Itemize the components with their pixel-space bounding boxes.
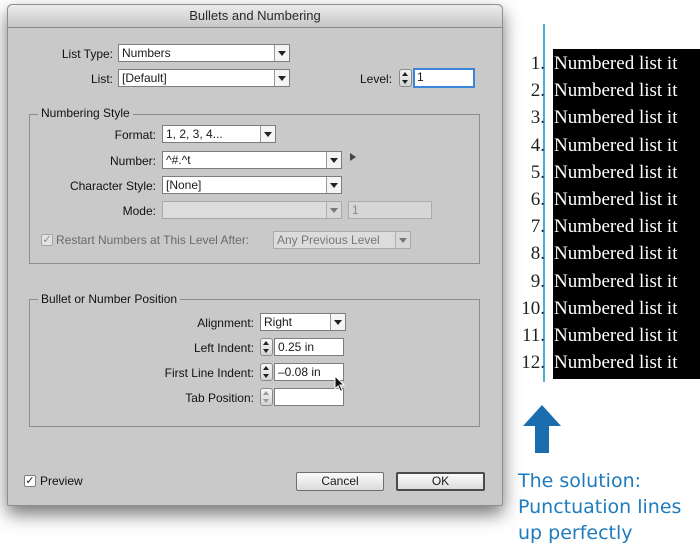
number-label: Number:	[109, 154, 156, 168]
list-item-text: Numbered list it	[554, 216, 678, 238]
list-item-text: Numbered list it	[554, 161, 678, 183]
list-item-text: Numbered list it	[554, 107, 678, 129]
list-item-text: Numbered list it	[554, 352, 678, 374]
tab-position-stepper[interactable]	[260, 388, 273, 406]
chevron-down-icon	[330, 314, 345, 330]
list-type-label: List Type:	[61, 47, 113, 61]
list-number: 4.	[530, 134, 545, 156]
chevron-down-icon	[326, 202, 341, 218]
chevron-down-icon	[395, 232, 410, 248]
character-style-label: Character Style:	[69, 179, 156, 193]
list-number: 3.	[530, 107, 545, 129]
restart-level-value: Any Previous Level	[277, 233, 380, 247]
numbering-style-legend: Numbering Style	[38, 106, 133, 120]
restart-numbers-label: Restart Numbers at This Level After:	[56, 233, 250, 247]
alignment-value: Right	[264, 315, 293, 329]
list-number: 11.	[521, 325, 545, 346]
character-style-select[interactable]: [None]	[162, 176, 342, 194]
annotation-line-1: The solution:	[518, 470, 642, 492]
list-number: 7.	[530, 216, 545, 238]
list-item-text: Numbered list it	[554, 270, 678, 292]
left-indent-label: Left Indent:	[193, 341, 254, 355]
list-number: 1.	[530, 53, 545, 74]
tab-position-label: Tab Position:	[185, 391, 254, 405]
mode-select[interactable]	[162, 201, 342, 219]
alignment-label: Alignment:	[197, 316, 254, 330]
left-indent-stepper[interactable]	[260, 338, 273, 356]
restart-level-select[interactable]: Any Previous Level	[273, 231, 411, 249]
list-item-text: Numbered list it	[554, 134, 678, 156]
chevron-down-icon	[274, 45, 289, 61]
list-item-text: Numbered list it	[554, 325, 678, 346]
chevron-down-icon	[274, 70, 289, 86]
first-line-indent-stepper[interactable]	[260, 363, 273, 381]
alignment-select[interactable]: Right	[260, 313, 346, 331]
list-item-text: Numbered list it	[554, 80, 678, 102]
restart-numbers-checkbox[interactable]: ✓	[41, 234, 53, 246]
up-arrow-icon	[523, 405, 561, 453]
chevron-down-icon	[326, 177, 341, 193]
list-type-select[interactable]: Numbers	[118, 44, 290, 62]
cancel-button[interactable]: Cancel	[296, 472, 384, 491]
annotation-line-2: Punctuation lines	[518, 496, 682, 518]
format-label: Format:	[114, 128, 156, 142]
list-item-text: Numbered list it	[554, 189, 678, 210]
list-number: 5.	[530, 161, 545, 183]
mode-label: Mode:	[122, 204, 156, 218]
character-style-value: [None]	[166, 178, 202, 192]
list-select[interactable]: [Default]	[118, 69, 290, 87]
list-item-text: Numbered list it	[554, 53, 678, 74]
dialog-title: Bullets and Numbering	[8, 5, 502, 28]
list-number: 2.	[530, 80, 545, 102]
first-line-indent-label: First Line Indent:	[164, 366, 254, 380]
solution-annotation: The solution: Punctuation lines up perfe…	[518, 468, 700, 546]
chevron-down-icon	[260, 126, 275, 142]
list-number: 6.	[530, 189, 545, 210]
mouse-pointer-icon	[334, 375, 346, 393]
mode-start-field[interactable]: 1	[348, 201, 432, 219]
list-number: 12.	[521, 352, 545, 374]
chevron-down-icon	[326, 152, 341, 168]
annotation-line-3: up perfectly	[518, 522, 633, 544]
position-group	[29, 299, 480, 427]
preview-checkbox[interactable]: ✓	[24, 475, 36, 487]
ok-button[interactable]: OK	[396, 472, 485, 491]
preview-label: Preview	[40, 474, 83, 488]
special-characters-menu-icon[interactable]	[350, 153, 356, 161]
list-number: 10.	[521, 297, 545, 319]
number-field[interactable]: ^#.^t	[162, 151, 342, 169]
number-value: ^#.^t	[166, 153, 191, 167]
bullets-numbering-dialog: Bullets and Numbering List Type: Numbers…	[7, 4, 503, 506]
list-item-text: Numbered list it	[554, 243, 678, 265]
format-select[interactable]: 1, 2, 3, 4...	[162, 125, 276, 143]
list-type-value: Numbers	[122, 46, 171, 60]
list-item-text: Numbered list it	[554, 297, 678, 319]
list-value: [Default]	[122, 71, 167, 85]
list-number: 8.	[530, 243, 545, 265]
format-value: 1, 2, 3, 4...	[166, 127, 223, 141]
list-number: 9.	[530, 270, 545, 292]
level-field[interactable]: 1	[413, 68, 475, 88]
position-legend: Bullet or Number Position	[38, 292, 181, 306]
list-label: List:	[90, 72, 113, 86]
level-stepper[interactable]	[399, 69, 412, 87]
left-indent-field[interactable]: 0.25 in	[274, 338, 344, 356]
level-label: Level:	[360, 72, 393, 86]
